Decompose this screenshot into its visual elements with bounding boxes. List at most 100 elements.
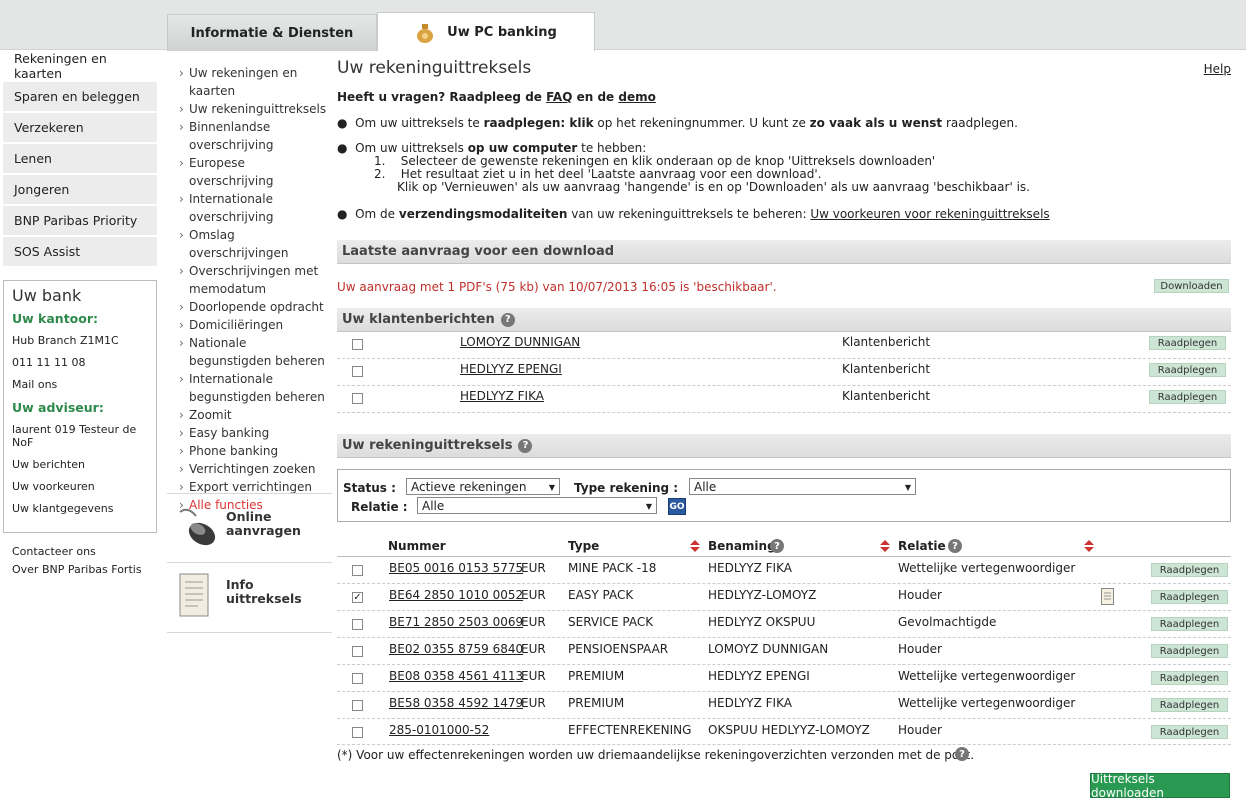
account-number-link[interactable]: BE02 0355 8759 6840	[389, 642, 523, 656]
account-checkbox[interactable]	[352, 646, 363, 657]
go-button[interactable]: GO	[668, 498, 686, 515]
help-icon[interactable]: ?	[770, 539, 784, 553]
raadplegen-button[interactable]: Raadplegen	[1151, 563, 1228, 577]
klant-name-link[interactable]: HEDLYYZ FIKA	[460, 389, 544, 403]
account-checkbox[interactable]	[352, 565, 363, 576]
faq-link[interactable]: FAQ	[546, 90, 572, 104]
raadplegen-button[interactable]: Raadplegen	[1151, 725, 1228, 739]
account-checkbox[interactable]: ✓	[352, 592, 363, 603]
account-checkbox[interactable]	[352, 727, 363, 738]
midnav-item[interactable]: Doorlopende opdracht	[179, 298, 329, 316]
account-relatie: Houder	[898, 588, 942, 602]
text: op uw computer	[467, 141, 578, 155]
demo-link[interactable]: demo	[618, 90, 655, 104]
account-number-link[interactable]: BE64 2850 1010 0052	[389, 588, 523, 602]
raadplegen-button[interactable]: Raadplegen	[1151, 617, 1228, 631]
sort-benaming-icon[interactable]	[880, 540, 890, 552]
branch-name: Hub Branch Z1M1C	[12, 334, 119, 347]
klant-checkbox[interactable]	[352, 339, 363, 350]
col-nummer[interactable]: Nummer	[388, 539, 446, 553]
help-icon[interactable]: ?	[955, 747, 969, 761]
col-benaming[interactable]: Benaming	[708, 539, 776, 553]
tab-informatie-diensten[interactable]: Informatie & Diensten	[167, 14, 377, 51]
section-rekeninguittreksels: Uw rekeninguittreksels?	[337, 434, 1231, 458]
faq-text: en de	[572, 90, 619, 104]
raadplegen-button[interactable]: Raadplegen	[1149, 336, 1226, 350]
uw-klantgegevens-link[interactable]: Uw klantgegevens	[12, 502, 148, 515]
midnav-item[interactable]: Phone banking	[179, 442, 329, 460]
raadplegen-button[interactable]: Raadplegen	[1151, 698, 1228, 712]
midnav-item[interactable]: Internationale begunstigden beheren	[179, 370, 329, 406]
raadplegen-button[interactable]: Raadplegen	[1149, 363, 1226, 377]
leftnav-item-lenen[interactable]: Lenen	[3, 144, 157, 174]
account-checkbox[interactable]	[352, 700, 363, 711]
row-divider	[337, 358, 1231, 359]
leftnav-item-verzekeren[interactable]: Verzekeren	[3, 113, 157, 143]
leftnav-item-priority[interactable]: BNP Paribas Priority	[3, 206, 157, 236]
account-number-link[interactable]: BE08 0358 4561 4113	[389, 669, 523, 683]
midnav-item[interactable]: Internationale overschrijving	[179, 190, 329, 226]
sort-type-icon[interactable]	[690, 540, 700, 552]
midnav-item[interactable]: Binnenlandse overschrijving	[179, 118, 329, 154]
select-value: Actieve rekeningen	[411, 479, 527, 494]
account-checkbox[interactable]	[352, 619, 363, 630]
midnav-item[interactable]: Domiciliëringen	[179, 316, 329, 334]
uw-berichten-link[interactable]: Uw berichten	[12, 458, 148, 471]
downloaden-button[interactable]: Downloaden	[1154, 279, 1229, 293]
type-rekening-select[interactable]: Alle	[689, 478, 916, 495]
status-select[interactable]: Actieve rekeningen	[406, 478, 560, 495]
voorkeuren-link[interactable]: Uw voorkeuren voor rekeninguittreksels	[810, 207, 1049, 221]
over-bnp-link[interactable]: Over BNP Paribas Fortis	[12, 563, 152, 576]
midnav-item[interactable]: Zoomit	[179, 406, 329, 424]
faq-text: Heeft u vragen? Raadpleeg de	[337, 90, 547, 104]
uittreksels-downloaden-button[interactable]: Uittreksels downloaden	[1090, 772, 1230, 800]
midnav-item[interactable]: Verrichtingen zoeken	[179, 460, 329, 478]
account-number-link[interactable]: BE58 0358 4592 1479	[389, 696, 523, 710]
leftnav-item-jongeren[interactable]: Jongeren	[3, 175, 157, 205]
bullet-verzending: ● Om de verzendingsmodaliteiten van uw r…	[337, 208, 1050, 221]
text: raadplegen.	[942, 116, 1018, 130]
account-number-link[interactable]: BE05 0016 0153 5775	[389, 561, 523, 575]
midnav-item[interactable]: Omslag overschrijvingen	[179, 226, 329, 262]
select-value: Alle	[694, 479, 717, 494]
col-relatie[interactable]: Relatie	[898, 539, 946, 553]
help-icon[interactable]: ?	[948, 539, 962, 553]
raadplegen-button[interactable]: Raadplegen	[1151, 671, 1228, 685]
promo-info-uittreksels[interactable]: Info uittreksels	[170, 568, 330, 633]
relatie-select[interactable]: Alle	[417, 497, 657, 514]
sort-relatie-icon[interactable]	[1084, 540, 1094, 552]
leftnav-item-sos-assist[interactable]: SOS Assist	[3, 237, 157, 267]
midnav-item[interactable]: Overschrijvingen met memodatum	[179, 262, 329, 298]
raadplegen-button[interactable]: Raadplegen	[1151, 644, 1228, 658]
account-type: PREMIUM	[568, 696, 625, 710]
midnav-item[interactable]: Europese overschrijving	[179, 154, 329, 190]
uw-voorkeuren-link[interactable]: Uw voorkeuren	[12, 480, 148, 493]
midnav-item[interactable]: Uw rekeningen en kaarten	[179, 64, 329, 100]
account-number-link[interactable]: 285-0101000-52	[389, 723, 489, 737]
account-relatie: Houder	[898, 723, 942, 737]
help-icon[interactable]: ?	[518, 438, 533, 453]
klant-name-link[interactable]: LOMOYZ DUNNIGAN	[460, 335, 580, 349]
tab-pc-banking[interactable]: Uw PC banking	[377, 12, 595, 51]
promo-online-aanvragen[interactable]: Online aanvragen	[170, 500, 330, 565]
klant-name-link[interactable]: HEDLYYZ EPENGI	[460, 362, 562, 376]
row-divider	[337, 385, 1231, 386]
mail-ons-link[interactable]: Mail ons	[12, 378, 148, 391]
account-number-link[interactable]: BE71 2850 2503 0069	[389, 615, 523, 629]
account-checkbox[interactable]	[352, 673, 363, 684]
contacteer-ons-link[interactable]: Contacteer ons	[12, 545, 152, 558]
button-label: Raadplegen	[1159, 699, 1220, 711]
midnav-item[interactable]: Nationale begunstigden beheren	[179, 334, 329, 370]
raadplegen-button[interactable]: Raadplegen	[1149, 390, 1226, 404]
leftnav-item-rekeningen[interactable]: Rekeningen en kaarten	[3, 51, 157, 81]
leftnav-item-sparen[interactable]: Sparen en beleggen	[3, 82, 157, 112]
klant-checkbox[interactable]	[352, 393, 363, 404]
help-link[interactable]: Help	[1204, 62, 1231, 76]
col-type[interactable]: Type	[568, 539, 599, 553]
midnav-item[interactable]: Uw rekeninguittreksels	[179, 100, 329, 118]
midnav-item[interactable]: Easy banking	[179, 424, 329, 442]
pdf-document-icon[interactable]	[1101, 588, 1114, 608]
help-icon[interactable]: ?	[500, 312, 515, 327]
raadplegen-button[interactable]: Raadplegen	[1151, 590, 1228, 604]
klant-checkbox[interactable]	[352, 366, 363, 377]
